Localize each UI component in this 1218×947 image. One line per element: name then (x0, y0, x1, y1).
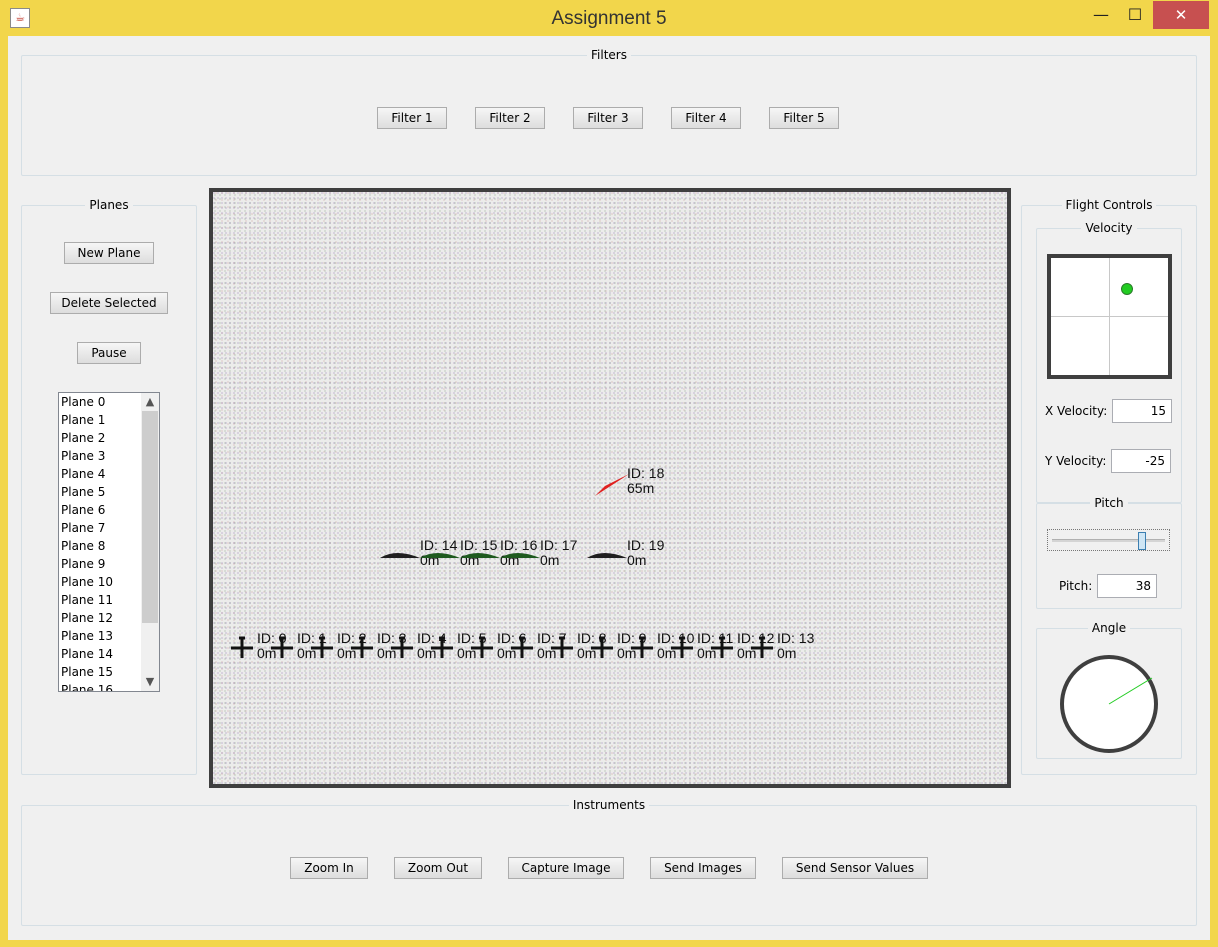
plane-list-item[interactable]: Plane 0 (59, 393, 139, 411)
plane-id-label: ID: 13 (777, 630, 815, 646)
planes-title: Planes (85, 198, 133, 212)
flying-plane-icon (595, 474, 629, 496)
velocity-title: Velocity (1081, 221, 1137, 235)
pitch-title: Pitch (1090, 496, 1128, 510)
map-canvas: ID: 00mID: 10mID: 20mID: 30mID: 40mID: 5… (231, 465, 815, 661)
plane-list-item[interactable]: Plane 3 (59, 447, 139, 465)
plane-list-item[interactable]: Plane 12 (59, 609, 139, 627)
plane-id-label: ID: 10 (657, 630, 695, 646)
pitch-field[interactable]: 38 (1097, 574, 1157, 598)
filters-panel: Filters Filter 1 Filter 2 Filter 3 Filte… (21, 48, 1197, 176)
new-plane-button[interactable]: New Plane (64, 242, 154, 264)
close-button[interactable]: ✕ (1153, 1, 1209, 29)
plane-list-item[interactable]: Plane 10 (59, 573, 139, 591)
capture-image-button[interactable]: Capture Image (508, 857, 624, 879)
map-plane[interactable]: ID: 00m (231, 630, 287, 661)
angle-dial[interactable] (1057, 652, 1161, 756)
minimize-button[interactable]: — (1086, 1, 1116, 29)
window-client-area: Filters Filter 1 Filter 2 Filter 3 Filte… (8, 36, 1210, 940)
map-view[interactable]: ID: 0 0m ID: 1 0m ID: 2 0m ID: 3 0m ID: 4 0m ID: 5… (209, 188, 1011, 788)
title-bar[interactable]: ☕ Assignment 5 — ☐ ✕ (0, 0, 1218, 36)
plane-altitude-label: 0m (540, 552, 559, 568)
plane-list[interactable]: Plane 0 Plane 1 Plane 2 Plane 3 Plane 4 Plane… (58, 392, 160, 692)
plane-list-rows: Plane 0 Plane 1 Plane 2 Plane 3 Plane 4 Plane… (59, 393, 139, 691)
angle-title: Angle (1087, 621, 1131, 635)
velocity-pad[interactable] (1047, 254, 1172, 379)
velocity-pad-v-axis (1109, 258, 1110, 375)
window-title: Assignment 5 (551, 8, 667, 29)
instruments-panel: Instruments Zoom In Zoom Out Capture Ima… (21, 798, 1197, 926)
pitch-slider[interactable] (1047, 529, 1170, 551)
plane-list-item[interactable]: Plane 4 (59, 465, 139, 483)
plane-id-label: ID: 16 (500, 537, 538, 553)
plane-altitude-label: 0m (627, 552, 646, 568)
maximize-button[interactable]: ☐ (1118, 1, 1152, 29)
send-sensor-values-button[interactable]: Send Sensor Values (782, 857, 928, 879)
filter-1-button[interactable]: Filter 1 (377, 107, 447, 129)
y-velocity-label: Y Velocity: (1045, 454, 1107, 468)
zoom-in-button[interactable]: Zoom In (290, 857, 368, 879)
plane-id-label: ID: 19 (627, 537, 665, 553)
map-plane[interactable]: ID: 140m (380, 537, 458, 568)
pitch-slider-thumb[interactable] (1137, 532, 1146, 550)
grounded-plane-icon (380, 553, 420, 558)
plane-list-item[interactable]: Plane 9 (59, 555, 139, 573)
plane-id-label: ID: 15 (460, 537, 498, 553)
plane-altitude-label: 0m (777, 645, 796, 661)
x-velocity-field[interactable]: 15 (1112, 399, 1172, 423)
filter-4-button[interactable]: Filter 4 (671, 107, 741, 129)
plane-id-label: ID: 14 (420, 537, 458, 553)
scroll-up-arrow-icon[interactable]: ▲ (141, 393, 159, 411)
map-plane[interactable]: ID: 190m (587, 537, 665, 568)
y-velocity-field[interactable]: -25 (1111, 449, 1171, 473)
instruments-title: Instruments (568, 798, 650, 812)
plane-id-label: ID: 12 (737, 630, 775, 646)
pause-button[interactable]: Pause (77, 342, 141, 364)
plane-list-item[interactable]: Plane 1 (59, 411, 139, 429)
plane-list-scrollbar[interactable]: ▲ ▼ (141, 393, 159, 691)
zoom-out-button[interactable]: Zoom Out (394, 857, 482, 879)
plane-list-item[interactable]: Plane 6 (59, 501, 139, 519)
plane-icon (231, 636, 253, 658)
plane-list-item[interactable]: Plane 16 (59, 681, 139, 691)
scroll-down-arrow-icon[interactable]: ▼ (141, 673, 159, 691)
plane-list-item[interactable]: Plane 13 (59, 627, 139, 645)
plane-list-item[interactable]: Plane 7 (59, 519, 139, 537)
flight-controls-title: Flight Controls (1061, 198, 1157, 212)
filter-2-button[interactable]: Filter 2 (475, 107, 545, 129)
plane-list-item[interactable]: Plane 15 (59, 663, 139, 681)
filters-title: Filters (587, 48, 631, 62)
pitch-slider-track (1052, 539, 1165, 542)
plane-list-item[interactable]: Plane 5 (59, 483, 139, 501)
filter-3-button[interactable]: Filter 3 (573, 107, 643, 129)
velocity-indicator-dot[interactable] (1121, 283, 1133, 295)
plane-altitude-label: 65m (627, 480, 654, 496)
scroll-thumb[interactable] (142, 411, 158, 623)
plane-list-item[interactable]: Plane 14 (59, 645, 139, 663)
x-velocity-label: X Velocity: (1045, 404, 1108, 418)
plane-list-item[interactable]: Plane 2 (59, 429, 139, 447)
plane-list-item[interactable]: Plane 11 (59, 591, 139, 609)
map-plane[interactable]: ID: 1865m (595, 465, 665, 496)
delete-selected-button[interactable]: Delete Selected (50, 292, 168, 314)
send-images-button[interactable]: Send Images (650, 857, 756, 879)
filter-5-button[interactable]: Filter 5 (769, 107, 839, 129)
plane-id-label: ID: 17 (540, 537, 578, 553)
plane-id-label: ID: 11 (697, 630, 734, 646)
grounded-plane-icon (587, 553, 627, 558)
plane-list-item[interactable]: Plane 8 (59, 537, 139, 555)
plane-id-label: ID: 18 (627, 465, 665, 481)
pitch-label: Pitch: (1059, 579, 1093, 593)
